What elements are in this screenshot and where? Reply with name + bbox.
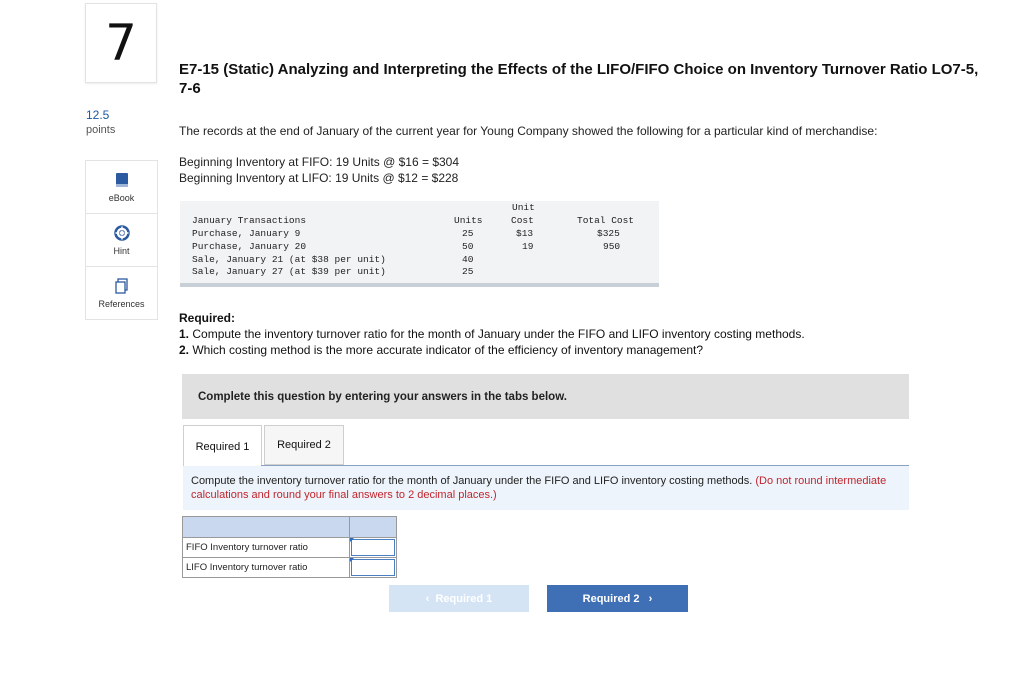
tab-bar: Required 1 Required 2 — [183, 425, 344, 467]
begin-lifo: Beginning Inventory at LIFO: 19 Units @ … — [179, 171, 459, 185]
answer-row-fifo: FIFO Inventory turnover ratio — [182, 537, 397, 558]
book-icon — [114, 172, 130, 190]
transaction-cost: 19 — [522, 241, 534, 252]
complete-banner: Complete this question by entering your … — [182, 374, 909, 419]
pages-icon — [114, 277, 130, 296]
required-section: Required: 1. Compute the inventory turno… — [179, 310, 805, 358]
fifo-ratio-label: FIFO Inventory turnover ratio — [182, 537, 350, 558]
col-header-total: Total Cost — [577, 215, 635, 226]
points-value: 12.5 — [86, 108, 110, 122]
points-label: points — [86, 124, 116, 136]
references-label: References — [98, 298, 145, 309]
answer-table: FIFO Inventory turnover ratio LIFO Inven… — [182, 516, 397, 578]
intro-text: The records at the end of January of the… — [179, 124, 878, 138]
beginning-inventory: Beginning Inventory at FIFO: 19 Units @ … — [179, 154, 459, 186]
prev-button-label: Required 1 — [435, 592, 493, 605]
chevron-right-icon: › — [639, 592, 653, 605]
prev-required-button[interactable]: ‹ Required 1 — [389, 585, 529, 612]
chevron-left-icon: ‹ — [425, 592, 436, 605]
input-flag-icon — [350, 538, 354, 542]
hint-label: Hint — [113, 245, 130, 256]
table-bottom-rule — [180, 283, 659, 287]
references-button[interactable]: References — [86, 267, 157, 319]
begin-fifo: Beginning Inventory at FIFO: 19 Units @ … — [179, 155, 460, 169]
transaction-desc: Purchase, January 20 — [192, 241, 307, 252]
lifo-ratio-label: LIFO Inventory turnover ratio — [182, 557, 350, 578]
points-box: 12.5 points — [86, 108, 115, 136]
input-flag-icon — [350, 558, 354, 562]
lifebuoy-icon — [113, 224, 130, 243]
next-required-button[interactable]: Required 2 › — [547, 585, 688, 612]
instruction-box: Compute the inventory turnover ratio for… — [183, 466, 909, 510]
side-tools: eBook Hint References — [85, 160, 158, 320]
problem-title: E7-15 (Static) Analyzing and Interpretin… — [179, 61, 979, 97]
tab-required-2[interactable]: Required 2 — [264, 425, 344, 465]
col-header-units: Units — [454, 215, 483, 226]
required-2-num: 2. — [179, 343, 190, 357]
ebook-button[interactable]: eBook — [86, 161, 157, 214]
transaction-cost: $13 — [516, 228, 534, 239]
required-heading: Required: — [179, 311, 236, 325]
transaction-units: 25 — [462, 228, 474, 239]
transaction-units: 25 — [462, 266, 474, 277]
transactions-table: January Transactions Units Unit Cost Tot… — [180, 201, 659, 287]
required-1-text: Compute the inventory turnover ratio for… — [192, 327, 805, 341]
required-2-text: Which costing method is the more accurat… — [192, 343, 704, 357]
transaction-total: $325 — [597, 228, 620, 239]
transaction-total: 950 — [603, 241, 621, 252]
transaction-desc: Sale, January 27 (at $39 per unit) — [192, 266, 386, 277]
transaction-desc: Sale, January 21 (at $38 per unit) — [192, 254, 386, 265]
next-button-label: Required 2 — [582, 592, 640, 605]
fifo-ratio-input[interactable] — [351, 539, 395, 556]
ebook-label: eBook — [108, 192, 135, 203]
question-number: 7 — [85, 3, 157, 83]
transaction-units: 40 — [462, 254, 474, 265]
transaction-desc: Purchase, January 9 — [192, 228, 301, 239]
required-1-num: 1. — [179, 327, 190, 341]
col-header-unit-line1: Unit — [512, 202, 535, 213]
hint-button[interactable]: Hint — [86, 214, 157, 267]
lifo-ratio-input[interactable] — [351, 559, 395, 576]
instruction-text: Compute the inventory turnover ratio for… — [191, 475, 753, 487]
transaction-units: 50 — [462, 241, 474, 252]
col-header-cost-line2: Cost — [511, 215, 534, 226]
answer-table-header — [182, 516, 397, 538]
answer-row-lifo: LIFO Inventory turnover ratio — [182, 557, 397, 578]
tab-required-1[interactable]: Required 1 — [183, 425, 262, 467]
col-header-transactions: January Transactions — [192, 215, 307, 226]
